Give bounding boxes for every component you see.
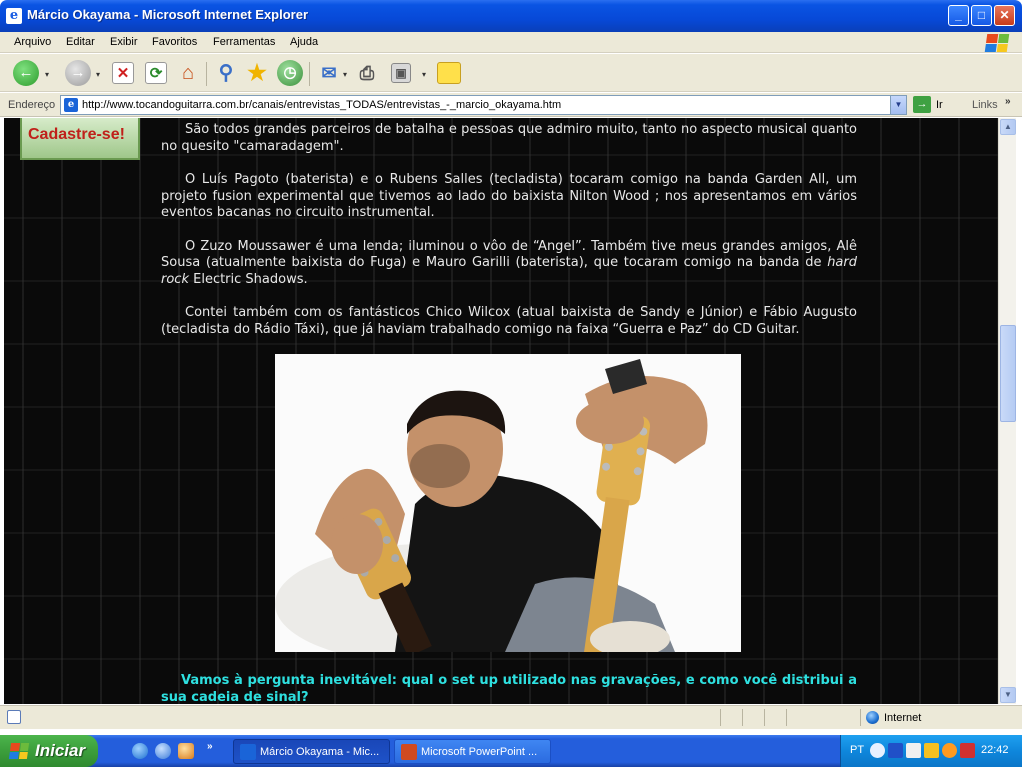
toolbar-separator bbox=[309, 62, 310, 86]
page-viewport: Cadastre-se! São todos grandes parceiros… bbox=[4, 118, 998, 704]
tray-media-icon[interactable] bbox=[906, 743, 921, 758]
menu-favoritos[interactable]: Favoritos bbox=[152, 36, 197, 48]
maximize-button[interactable]: □ bbox=[971, 5, 992, 26]
stop-icon[interactable]: ✕ bbox=[112, 62, 134, 84]
task-powerpoint[interactable]: Microsoft PowerPoint ... bbox=[394, 739, 551, 764]
cadastre-label[interactable]: Cadastre-se! bbox=[28, 126, 125, 144]
article-paragraph: O Luís Pagoto (baterista) e o Rubens Sal… bbox=[161, 172, 857, 220]
mail-icon[interactable]: ✉ bbox=[316, 60, 342, 86]
guitarist-photo-image bbox=[275, 354, 741, 652]
quicklaunch-ie-icon[interactable] bbox=[132, 743, 148, 759]
tray-folder-icon[interactable] bbox=[924, 743, 939, 758]
article-paragraph: Contei também com os fantásticos Chico W… bbox=[161, 305, 857, 337]
window-title: Márcio Okayama - Microsoft Internet Expl… bbox=[27, 7, 309, 22]
close-button[interactable]: ✕ bbox=[994, 5, 1015, 26]
menu-ferramentas[interactable]: Ferramentas bbox=[213, 36, 275, 48]
forward-dropdown-icon[interactable]: ▾ bbox=[96, 70, 100, 79]
back-dropdown-icon[interactable]: ▾ bbox=[45, 70, 49, 79]
address-bar: Endereço e http://www.tocandoguitarra.co… bbox=[0, 93, 1022, 117]
powerpoint-task-icon bbox=[401, 744, 417, 760]
refresh-icon[interactable]: ⟳ bbox=[145, 62, 167, 84]
windows-logo-icon bbox=[984, 34, 1010, 52]
quicklaunch-messenger-icon[interactable] bbox=[178, 743, 194, 759]
page-icon: e bbox=[64, 98, 78, 112]
task-label: Microsoft PowerPoint ... bbox=[421, 746, 538, 758]
guitarist-photo bbox=[275, 354, 741, 652]
edit-icon[interactable]: ▣ bbox=[391, 63, 411, 83]
toolbar: ← ▾ → ▾ ✕ ⟳ ⌂ ⚲ ★ ◷ ✉ ▾ ⎙ ▣ ▾ bbox=[0, 54, 1022, 92]
interview-question: Vamos à pergunta inevitável: qual o set … bbox=[161, 673, 857, 704]
home-icon[interactable]: ⌂ bbox=[176, 62, 200, 84]
tray-back-icon[interactable] bbox=[870, 743, 885, 758]
favorites-icon[interactable]: ★ bbox=[244, 60, 270, 86]
search-icon[interactable]: ⚲ bbox=[213, 60, 239, 86]
task-internet-explorer[interactable]: Márcio Okayama - Mic... bbox=[233, 739, 390, 764]
start-label: Iniciar bbox=[35, 741, 86, 760]
address-url[interactable]: http://www.tocandoguitarra.com.br/canais… bbox=[82, 99, 561, 111]
title-bar[interactable]: e Márcio Okayama - Microsoft Internet Ex… bbox=[0, 0, 1022, 32]
print-icon[interactable]: ⎙ bbox=[354, 60, 380, 86]
mail-dropdown-icon[interactable]: ▾ bbox=[343, 70, 347, 79]
go-label[interactable]: Ir bbox=[936, 99, 943, 111]
menu-editar[interactable]: Editar bbox=[66, 36, 95, 48]
paragraph-text: O Zuzo Moussawer é uma lenda; iluminou o… bbox=[161, 238, 857, 271]
question-text: Vamos à pergunta inevitável: qual o set … bbox=[161, 673, 857, 704]
address-input[interactable]: e http://www.tocandoguitarra.com.br/cana… bbox=[60, 95, 907, 115]
menu-bar: Arquivo Editar Exibir Favoritos Ferramen… bbox=[0, 32, 1022, 53]
task-label: Márcio Okayama - Mic... bbox=[260, 746, 380, 758]
ie-task-icon bbox=[240, 744, 256, 760]
status-panel bbox=[764, 709, 765, 726]
system-tray: PT 22:42 bbox=[840, 735, 1022, 767]
quicklaunch-more-icon[interactable]: » bbox=[207, 741, 213, 752]
toolbar-separator bbox=[206, 62, 207, 86]
address-dropdown-icon[interactable]: ▼ bbox=[890, 96, 906, 114]
article-paragraph: São todos grandes parceiros de batalha e… bbox=[161, 122, 857, 154]
menu-ajuda[interactable]: Ajuda bbox=[290, 36, 318, 48]
scroll-thumb[interactable] bbox=[1000, 325, 1016, 422]
menu-arquivo[interactable]: Arquivo bbox=[14, 36, 51, 48]
status-panel bbox=[860, 709, 861, 726]
back-icon[interactable]: ← bbox=[13, 60, 39, 86]
links-chevron-icon[interactable]: » bbox=[1005, 96, 1011, 107]
tray-network-icon[interactable] bbox=[888, 743, 903, 758]
status-panel bbox=[786, 709, 787, 726]
status-panel bbox=[720, 709, 721, 726]
history-icon[interactable]: ◷ bbox=[277, 60, 303, 86]
tray-messenger-icon[interactable] bbox=[942, 743, 957, 758]
language-indicator[interactable]: PT bbox=[850, 744, 864, 756]
clock[interactable]: 22:42 bbox=[981, 744, 1009, 756]
scroll-up-icon[interactable]: ▲ bbox=[1000, 119, 1016, 135]
page-status-icon bbox=[7, 710, 21, 724]
forward-icon[interactable]: → bbox=[65, 60, 91, 86]
globe-icon bbox=[866, 711, 879, 724]
start-button[interactable]: Iniciar bbox=[0, 735, 98, 767]
minimize-button[interactable]: _ bbox=[948, 5, 969, 26]
menu-exibir[interactable]: Exibir bbox=[110, 36, 138, 48]
ie-icon: e bbox=[6, 8, 22, 24]
article-body: São todos grandes parceiros de batalha e… bbox=[161, 122, 857, 355]
status-panel bbox=[742, 709, 743, 726]
scroll-down-icon[interactable]: ▼ bbox=[1000, 687, 1016, 703]
article-paragraph: O Zuzo Moussawer é uma lenda; iluminou o… bbox=[161, 239, 857, 289]
edit-dropdown-icon[interactable]: ▾ bbox=[422, 70, 426, 79]
taskbar: Iniciar » Márcio Okayama - Mic... Micros… bbox=[0, 735, 1022, 767]
paragraph-text: Electric Shadows. bbox=[188, 271, 308, 287]
status-bar: Internet bbox=[0, 705, 1022, 729]
security-zone-label: Internet bbox=[884, 712, 922, 724]
quicklaunch-media-icon[interactable] bbox=[155, 743, 171, 759]
links-label[interactable]: Links bbox=[972, 99, 998, 111]
cadastre-banner[interactable]: Cadastre-se! bbox=[20, 118, 140, 160]
windows-flag-icon bbox=[8, 743, 30, 759]
notes-icon[interactable] bbox=[437, 62, 461, 84]
go-button[interactable]: → bbox=[913, 96, 931, 113]
tray-security-icon[interactable] bbox=[960, 743, 975, 758]
vertical-scrollbar[interactable]: ▲ ▼ bbox=[998, 118, 1016, 704]
address-label: Endereço bbox=[8, 99, 56, 111]
